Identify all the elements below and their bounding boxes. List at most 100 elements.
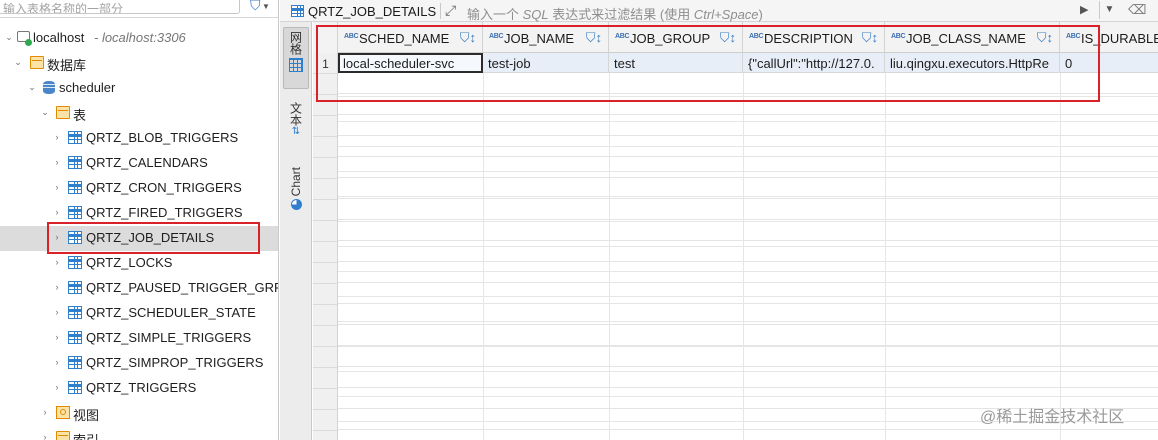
column-header-is-durable[interactable]: ABC IS_DURABLE xyxy=(1060,22,1158,53)
chevron-down-icon[interactable]: ⌄ xyxy=(40,107,50,117)
string-type-icon: ABC xyxy=(489,33,504,40)
chevron-right-icon[interactable]: › xyxy=(52,232,62,242)
tables-folder-label: 表 xyxy=(73,108,87,123)
tab-grid-label: 网格 xyxy=(288,31,303,55)
folder-icon xyxy=(30,56,44,69)
filter-funnel-icon[interactable]: ⛉ ▼ xyxy=(250,0,276,15)
table-cell[interactable]: test-job xyxy=(483,53,609,73)
view-mode-tabs: 网格 文本 ⇅ Chart xyxy=(280,22,312,440)
chevron-down-icon[interactable]: ⌄ xyxy=(27,82,37,92)
table-cell[interactable]: {"callUrl":"http://127.0. xyxy=(743,53,885,73)
chevron-down-icon[interactable]: ⌄ xyxy=(4,32,14,42)
chevron-right-icon[interactable]: › xyxy=(52,257,62,267)
table-icon xyxy=(68,356,82,369)
column-header-job-name[interactable]: ABC JOB_NAME ⛉↕ xyxy=(483,22,609,53)
tab-chart[interactable]: Chart xyxy=(283,167,309,222)
table-label: QRTZ_CALENDARS xyxy=(86,155,208,170)
databases-folder-label: 数据库 xyxy=(47,58,87,73)
indexes-folder-label: 索引 xyxy=(73,430,99,440)
connection-label: localhost xyxy=(33,30,85,45)
chevron-right-icon[interactable]: › xyxy=(52,132,62,142)
table-label: QRTZ_SIMPLE_TRIGGERS xyxy=(86,330,252,345)
text-icon: ⇅ xyxy=(291,126,301,137)
column-header-job-group[interactable]: ABC JOB_GROUP ⛉↕ xyxy=(609,22,743,53)
table-icon xyxy=(68,206,82,219)
table-label: QRTZ_SCHEDULER_STATE xyxy=(86,305,256,320)
chevron-right-icon[interactable]: › xyxy=(52,282,62,292)
filter-sort-icon[interactable]: ⛉↕ xyxy=(1037,30,1053,46)
chevron-right-icon[interactable]: › xyxy=(52,357,62,367)
table-filter-input[interactable]: 输入表格名称的一部分 xyxy=(0,0,240,14)
filter-history-dropdown[interactable]: ▼ xyxy=(1099,1,1119,19)
views-folder-icon xyxy=(56,406,70,419)
watermark: @稀土掘金技术社区 xyxy=(980,409,1125,426)
tree-item-table-selected[interactable]: › QRTZ_JOB_DETAILS xyxy=(0,226,278,251)
column-name: DESCRIPTION xyxy=(764,31,853,46)
chevron-right-icon[interactable]: › xyxy=(52,382,62,392)
apply-filter-icon[interactable]: ▶ xyxy=(1080,3,1088,16)
tree-node-connection[interactable]: ⌄ localhost - localhost:3306 xyxy=(0,26,278,51)
tree-node-tables-folder[interactable]: ⌄ 表 xyxy=(0,101,278,126)
tree-item-table[interactable]: › QRTZ_CRON_TRIGGERS xyxy=(0,176,278,201)
tree-node-views-folder[interactable]: › 视图 xyxy=(0,401,278,426)
tree-node-indexes-folder[interactable]: › 索引 xyxy=(0,426,278,440)
tree-item-table[interactable]: › QRTZ_CALENDARS xyxy=(0,151,278,176)
chevron-right-icon[interactable]: › xyxy=(40,432,50,440)
table-cell[interactable]: 0 xyxy=(1060,53,1158,73)
connection-host: - localhost:3306 xyxy=(94,30,186,45)
eraser-icon[interactable]: ⌫ xyxy=(1128,2,1146,18)
tab-text[interactable]: 文本 ⇅ xyxy=(283,102,309,150)
filter-sort-icon[interactable]: ⛉↕ xyxy=(720,30,736,46)
tab-grid[interactable]: 网格 xyxy=(283,27,309,89)
table-cell[interactable]: test xyxy=(609,53,743,73)
result-grid: 1 ABC SCHED_NAME ⛉↕ ABC JOB_NAME ⛉↕ ABC … xyxy=(313,22,1158,440)
tree-node-databases[interactable]: ⌄ 数据库 xyxy=(0,51,278,76)
empty-rows xyxy=(338,73,1158,440)
chevron-right-icon[interactable]: › xyxy=(52,307,62,317)
expand-icon[interactable]: ⤢ xyxy=(445,2,456,19)
views-folder-label: 视图 xyxy=(73,408,100,423)
connection-icon xyxy=(17,31,32,46)
table-label: QRTZ_LOCKS xyxy=(86,255,173,270)
table-label: QRTZ_PAUSED_TRIGGER_GRPS xyxy=(86,280,279,295)
table-row[interactable]: local-scheduler-svc test-job test {"call… xyxy=(338,53,1158,73)
chevron-down-icon[interactable]: ▼ xyxy=(262,2,270,11)
tree-item-table[interactable]: › QRTZ_BLOB_TRIGGERS xyxy=(0,126,278,151)
grid-icon xyxy=(289,58,303,72)
chevron-right-icon[interactable]: › xyxy=(52,332,62,342)
table-icon xyxy=(68,131,82,144)
column-header-description[interactable]: ABC DESCRIPTION ⛉↕ xyxy=(743,22,885,53)
table-cell-focused[interactable]: local-scheduler-svc xyxy=(338,53,483,73)
filter-sort-icon[interactable]: ⛉↕ xyxy=(460,30,476,46)
table-cell[interactable]: liu.qingxu.executors.HttpRe xyxy=(885,53,1060,73)
column-header-sched-name[interactable]: ABC SCHED_NAME ⛉↕ xyxy=(338,22,483,53)
row-number[interactable]: 1 xyxy=(313,53,338,73)
chevron-right-icon[interactable]: › xyxy=(52,157,62,167)
sql-filter-input[interactable]: 输入一个 SQL 表达式来过滤结果 (使用 Ctrl+Space) xyxy=(467,4,763,23)
table-label: QRTZ_TRIGGERS xyxy=(86,380,197,395)
tree-item-table[interactable]: › QRTZ_LOCKS xyxy=(0,251,278,276)
tree-item-table[interactable]: › QRTZ_FIRED_TRIGGERS xyxy=(0,201,278,226)
chevron-right-icon[interactable]: › xyxy=(40,407,50,417)
table-icon xyxy=(68,381,82,394)
tree-item-table[interactable]: › QRTZ_SIMPLE_TRIGGERS xyxy=(0,326,278,351)
table-icon xyxy=(68,231,82,244)
column-name: IS_DURABLE xyxy=(1081,31,1158,46)
database-navigator: 输入表格名称的一部分 ⛉ ▼ ⌄ localhost - localhost:33… xyxy=(0,0,279,440)
table-label: QRTZ_JOB_DETAILS xyxy=(86,230,215,245)
tree-item-table[interactable]: › QRTZ_TRIGGERS xyxy=(0,376,278,401)
tree-item-table[interactable]: › QRTZ_PAUSED_TRIGGER_GRPS xyxy=(0,276,279,301)
row-number-header[interactable] xyxy=(313,22,338,53)
tree-item-table[interactable]: › QRTZ_SIMPROP_TRIGGERS xyxy=(0,351,278,376)
grid-header: ABC SCHED_NAME ⛉↕ ABC JOB_NAME ⛉↕ ABC JO… xyxy=(313,22,1158,53)
folder-icon xyxy=(56,106,70,119)
chevron-right-icon[interactable]: › xyxy=(52,182,62,192)
chevron-down-icon[interactable]: ⌄ xyxy=(13,57,23,67)
tree-item-table[interactable]: › QRTZ_SCHEDULER_STATE xyxy=(0,301,278,326)
filter-sort-icon[interactable]: ⛉↕ xyxy=(862,30,878,46)
filter-sort-icon[interactable]: ⛉↕ xyxy=(586,30,602,46)
column-header-job-class-name[interactable]: ABC JOB_CLASS_NAME ⛉↕ xyxy=(885,22,1060,53)
chevron-right-icon[interactable]: › xyxy=(52,207,62,217)
table-icon xyxy=(68,181,82,194)
tree-node-schema[interactable]: ⌄ scheduler xyxy=(0,76,278,101)
